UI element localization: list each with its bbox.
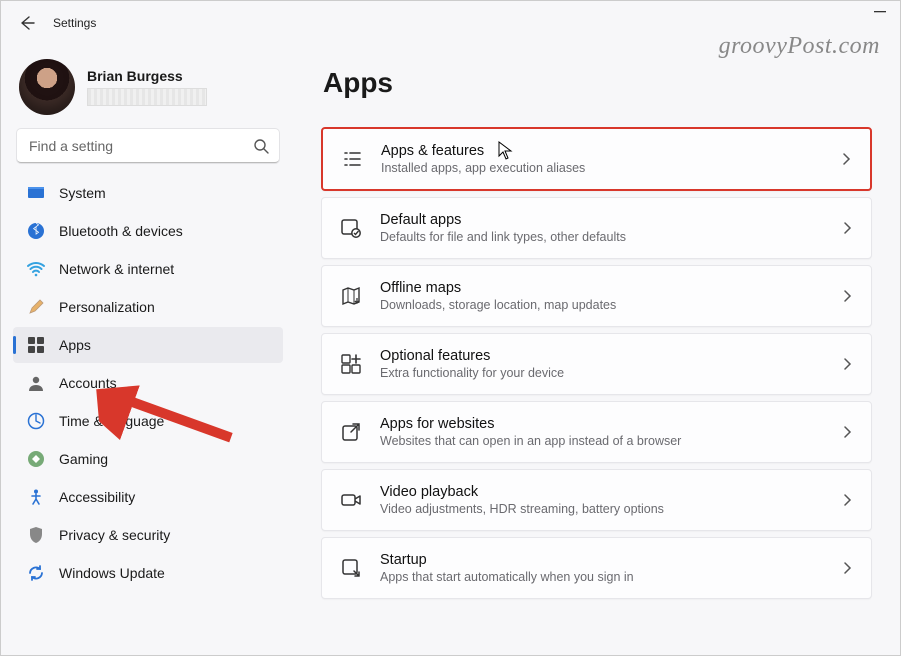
sidebar-item-label: Network & internet [59, 261, 174, 277]
card-optional-features[interactable]: Optional features Extra functionality fo… [321, 333, 872, 395]
user-email-placeholder [87, 88, 207, 106]
sidebar-item-system[interactable]: System [13, 175, 283, 211]
card-title: Apps for websites [380, 416, 681, 432]
sidebar-item-gaming[interactable]: Gaming [13, 441, 283, 477]
card-offline-maps[interactable]: Offline maps Downloads, storage location… [321, 265, 872, 327]
system-icon [27, 184, 45, 202]
sidebar: Brian Burgess System Bluetoot [1, 45, 291, 655]
card-subtitle: Defaults for file and link types, other … [380, 230, 626, 244]
bluetooth-icon [27, 222, 45, 240]
minimize-button[interactable] [870, 7, 890, 17]
back-button[interactable] [9, 5, 45, 41]
sidebar-item-label: Accounts [59, 375, 117, 391]
sidebar-item-accounts[interactable]: Accounts [13, 365, 283, 401]
sidebar-item-label: Time & language [59, 413, 164, 429]
sidebar-item-privacy[interactable]: Privacy & security [13, 517, 283, 553]
sidebar-item-personalization[interactable]: Personalization [13, 289, 283, 325]
card-title: Startup [380, 552, 634, 568]
card-video-playback[interactable]: Video playback Video adjustments, HDR st… [321, 469, 872, 531]
external-link-icon [340, 421, 362, 443]
sidebar-item-label: Personalization [59, 299, 155, 315]
card-apps-features[interactable]: Apps & features Installed apps, app exec… [321, 127, 872, 191]
arrow-left-icon [19, 15, 35, 31]
gamepad-icon [27, 450, 45, 468]
startup-icon [340, 557, 362, 579]
map-icon [340, 285, 362, 307]
page-title: Apps [323, 67, 872, 99]
wifi-icon [27, 260, 45, 278]
user-panel[interactable]: Brian Burgess [11, 53, 285, 129]
sidebar-item-accessibility[interactable]: Accessibility [13, 479, 283, 515]
chevron-right-icon [841, 562, 853, 574]
card-subtitle: Video adjustments, HDR streaming, batter… [380, 502, 664, 516]
sidebar-item-label: Privacy & security [59, 527, 170, 543]
window-title: Settings [53, 16, 96, 30]
card-default-apps[interactable]: Default apps Defaults for file and link … [321, 197, 872, 259]
sidebar-item-bluetooth[interactable]: Bluetooth & devices [13, 213, 283, 249]
default-apps-icon [340, 217, 362, 239]
nav-list: System Bluetooth & devices Network & int… [11, 175, 285, 591]
video-icon [340, 489, 362, 511]
card-subtitle: Extra functionality for your device [380, 366, 564, 380]
sync-icon [27, 564, 45, 582]
chevron-right-icon [840, 153, 852, 165]
apps-icon [27, 336, 45, 354]
sidebar-item-time[interactable]: Time & language [13, 403, 283, 439]
sidebar-item-label: Bluetooth & devices [59, 223, 183, 239]
avatar [19, 59, 75, 115]
card-title: Apps & features [381, 143, 585, 159]
sidebar-item-label: System [59, 185, 106, 201]
content-area: Apps Apps & features Installed apps, app… [291, 45, 900, 655]
chevron-right-icon [841, 358, 853, 370]
card-subtitle: Apps that start automatically when you s… [380, 570, 634, 584]
chevron-right-icon [841, 290, 853, 302]
watermark-text: groovyPost.com [719, 33, 880, 60]
card-subtitle: Installed apps, app execution aliases [381, 161, 585, 175]
user-name: Brian Burgess [87, 68, 207, 84]
sidebar-item-update[interactable]: Windows Update [13, 555, 283, 591]
sidebar-item-network[interactable]: Network & internet [13, 251, 283, 287]
card-title: Optional features [380, 348, 564, 364]
search-input[interactable] [17, 129, 279, 163]
chevron-right-icon [841, 222, 853, 234]
globe-clock-icon [27, 412, 45, 430]
chevron-right-icon [841, 494, 853, 506]
sidebar-item-apps[interactable]: Apps [13, 327, 283, 363]
card-title: Default apps [380, 212, 626, 228]
card-subtitle: Downloads, storage location, map updates [380, 298, 616, 312]
search-icon [253, 138, 269, 154]
chevron-right-icon [841, 426, 853, 438]
card-startup[interactable]: Startup Apps that start automatically wh… [321, 537, 872, 599]
person-icon [27, 374, 45, 392]
shield-icon [27, 526, 45, 544]
accessibility-icon [27, 488, 45, 506]
sidebar-item-label: Apps [59, 337, 91, 353]
card-title: Offline maps [380, 280, 616, 296]
sidebar-item-label: Accessibility [59, 489, 135, 505]
cards-list: Apps & features Installed apps, app exec… [321, 127, 872, 599]
card-subtitle: Websites that can open in an app instead… [380, 434, 681, 448]
sidebar-item-label: Gaming [59, 451, 108, 467]
card-title: Video playback [380, 484, 664, 500]
list-icon [341, 148, 363, 170]
search-wrap [17, 129, 279, 163]
paintbrush-icon [27, 298, 45, 316]
card-apps-websites[interactable]: Apps for websites Websites that can open… [321, 401, 872, 463]
optional-features-icon [340, 353, 362, 375]
sidebar-item-label: Windows Update [59, 565, 165, 581]
